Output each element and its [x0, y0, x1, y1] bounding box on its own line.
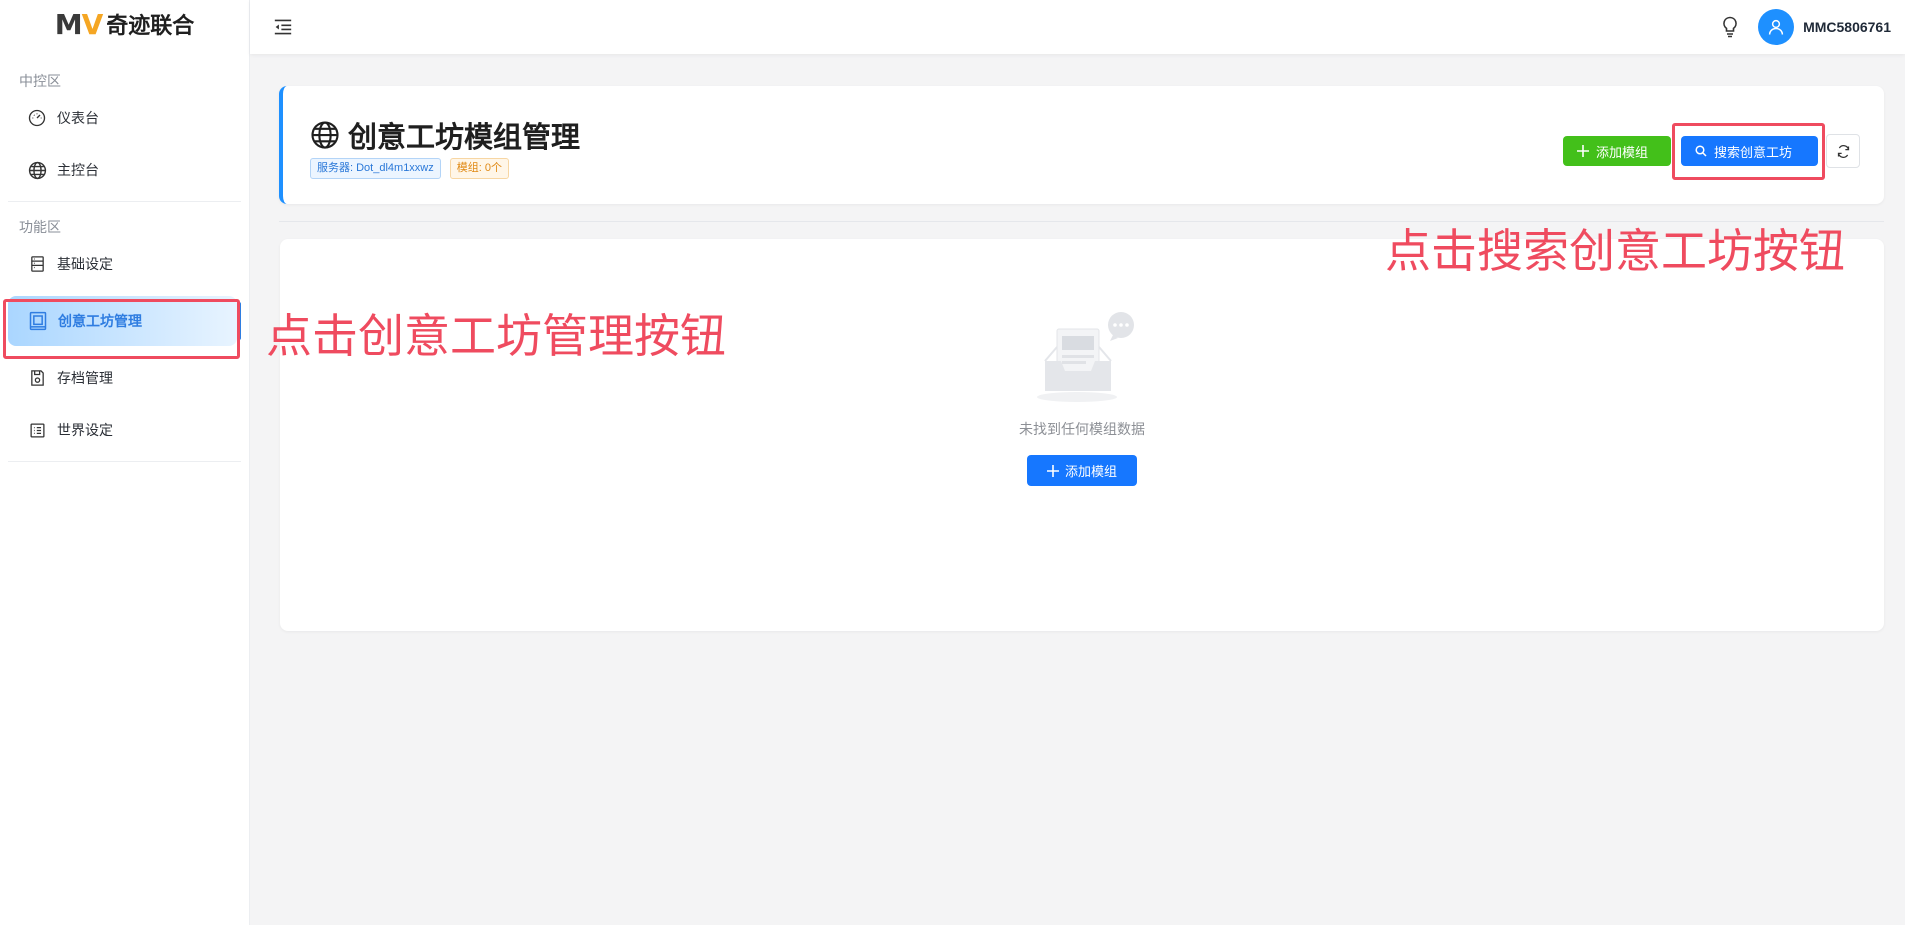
empty-inbox-icon — [1027, 311, 1137, 407]
sidebar-item-basic-settings[interactable]: 基础设定 — [0, 238, 249, 290]
add-mod-button[interactable]: 添加模组 — [1563, 136, 1671, 166]
globe-icon — [27, 160, 47, 180]
mod-list-card: 未找到任何模组数据 添加模组 — [280, 239, 1884, 631]
list-icon — [27, 420, 47, 440]
sidebar-item-workshop-management[interactable]: 创意工坊管理 — [8, 296, 241, 346]
sidebar-item-label: 存档管理 — [57, 370, 113, 386]
add-mod-label: 添加模组 — [1064, 464, 1117, 479]
add-mod-button-empty[interactable]: 添加模组 — [1027, 455, 1137, 486]
menu-fold-icon[interactable] — [272, 16, 294, 38]
plus-icon — [1577, 145, 1589, 157]
sidebar-item-console[interactable]: 主控台 — [0, 144, 249, 196]
sidebar-item-save-management[interactable]: 存档管理 — [0, 352, 249, 404]
sidebar-item-world-settings[interactable]: 世界设定 — [0, 404, 249, 456]
sidebar-item-label: 世界设定 — [57, 422, 113, 438]
dashboard-gauge-icon — [27, 108, 47, 128]
annotation-text-left: 点击创意工坊管理按钮 — [266, 309, 726, 363]
user-avatar-icon[interactable] — [1758, 9, 1795, 45]
page-title: 创意工坊模组管理 — [348, 122, 581, 154]
plus-icon — [1046, 464, 1059, 477]
sidebar: MV 奇迹联合 中控区 仪表台 主控台 功能区 基础设定 创意工坊管理 存档管理 — [0, 0, 250, 925]
server-tag: 服务器: Dot_dl4m1xxwz — [310, 158, 441, 179]
mod-count-tag: 模组: 0个 — [449, 158, 509, 179]
server-list-icon — [27, 254, 47, 274]
sidebar-section-title-control: 中控区 — [19, 73, 61, 89]
search-workshop-label: 搜索创意工坊 — [1714, 144, 1793, 160]
sidebar-item-label: 创意工坊管理 — [58, 313, 142, 329]
sidebar-item-label: 主控台 — [57, 162, 99, 178]
refresh-icon — [1836, 144, 1851, 159]
username[interactable]: MMC5806761 — [1803, 19, 1891, 35]
sidebar-item-label: 仪表台 — [57, 110, 99, 126]
page-header-card: 创意工坊模组管理 服务器: Dot_dl4m1xxwz 模组: 0个 添加模组 … — [279, 86, 1884, 204]
refresh-button[interactable] — [1826, 134, 1860, 168]
empty-state-text: 未找到任何模组数据 — [1019, 421, 1145, 437]
search-icon — [1695, 145, 1707, 157]
sidebar-divider — [8, 461, 241, 462]
annotation-text-right: 点击搜索创意工坊按钮 — [1385, 224, 1845, 278]
sidebar-section-title-function: 功能区 — [19, 219, 61, 235]
sidebar-item-dashboard[interactable]: 仪表台 — [0, 92, 249, 144]
add-mod-label: 添加模组 — [1596, 144, 1649, 160]
logo-mark: MV — [54, 7, 104, 41]
sidebar-item-label: 基础设定 — [57, 256, 113, 272]
logo-text: 奇迹联合 — [106, 14, 195, 39]
search-workshop-button[interactable]: 搜索创意工坊 — [1681, 136, 1818, 166]
top-header: MMC5806761 — [250, 0, 1905, 54]
save-disk-icon — [27, 368, 47, 388]
lightbulb-icon[interactable] — [1719, 16, 1741, 38]
app-logo[interactable]: MV 奇迹联合 — [0, 0, 249, 48]
sidebar-divider — [8, 201, 241, 202]
workshop-frame-icon — [28, 311, 48, 331]
globe-icon — [310, 120, 340, 150]
